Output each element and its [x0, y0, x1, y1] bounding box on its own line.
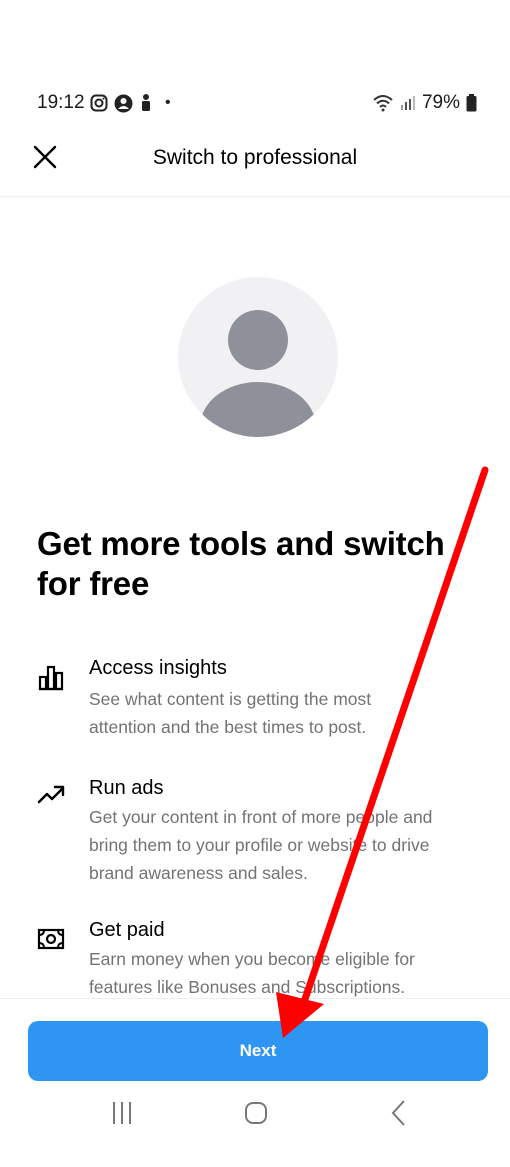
status-time: 19:12	[37, 92, 85, 113]
header-divider	[0, 196, 510, 197]
person-placeholder-icon	[200, 310, 316, 437]
bar-chart-icon	[38, 665, 64, 691]
page-title: Switch to professional	[152, 146, 358, 169]
footer-divider	[0, 998, 510, 999]
back-icon[interactable]	[380, 1095, 420, 1131]
next-button[interactable]: Next	[28, 1021, 488, 1081]
signal-icon	[400, 96, 415, 110]
money-icon	[37, 928, 65, 950]
headline: Get more tools and switch for free	[37, 525, 445, 602]
wifi-icon	[373, 95, 393, 112]
trend-up-icon	[37, 785, 65, 804]
battery-icon	[466, 94, 477, 112]
feature-desc-paid: Earn money when you become eligible for …	[89, 949, 415, 997]
alarm-person-icon	[142, 94, 150, 111]
feature-title-paid: Get paid	[89, 919, 165, 941]
account-circle-icon	[114, 94, 133, 112]
status-dot: •	[165, 94, 171, 111]
feature-desc-insights: See what content is getting the most att…	[89, 689, 372, 737]
battery-percent: 79%	[421, 92, 460, 113]
feature-title-ads: Run ads	[89, 777, 164, 799]
instagram-icon	[90, 94, 108, 112]
feature-desc-ads: Get your content in front of more people…	[89, 807, 433, 883]
home-icon[interactable]	[236, 1095, 276, 1131]
status-right: 79%	[372, 91, 477, 115]
avatar	[178, 277, 338, 437]
recent-apps-icon[interactable]	[102, 1097, 142, 1129]
status-notification-icons: •	[90, 93, 171, 113]
feature-title-insights: Access insights	[89, 657, 227, 679]
